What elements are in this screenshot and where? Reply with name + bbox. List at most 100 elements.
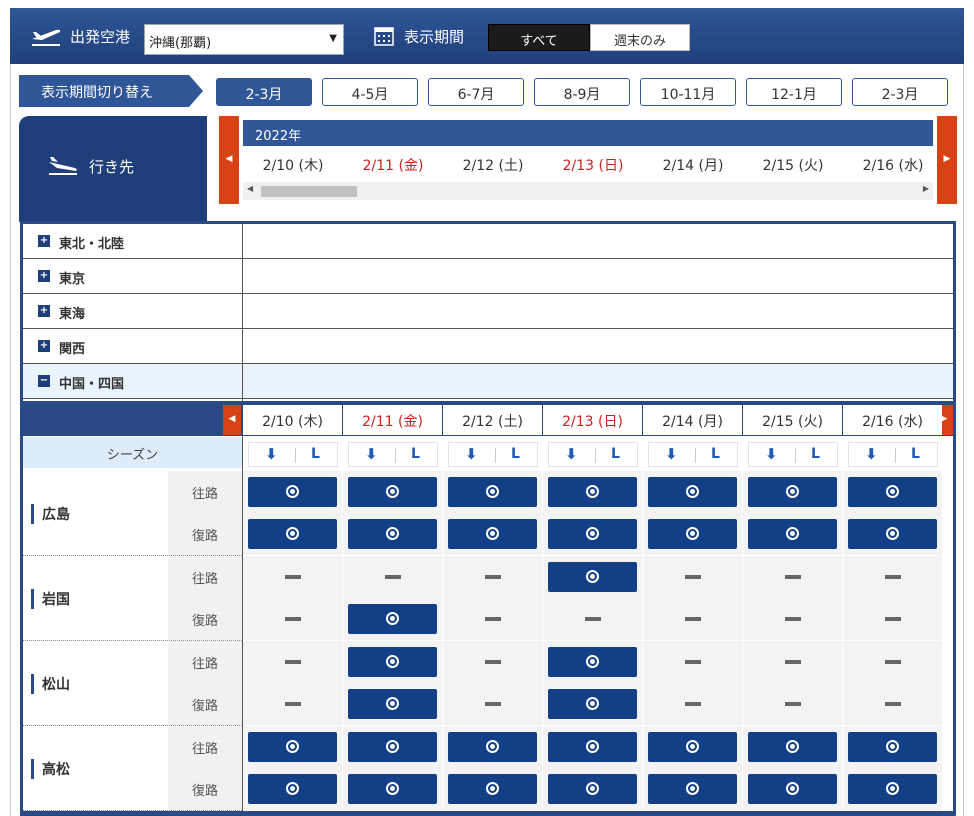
fare-cell[interactable]: [243, 513, 343, 555]
available-button[interactable]: [648, 774, 737, 804]
available-button[interactable]: [548, 774, 637, 804]
available-button[interactable]: [448, 774, 537, 804]
fare-cell[interactable]: [643, 471, 743, 513]
available-button[interactable]: [448, 519, 537, 549]
fare-cell[interactable]: [243, 726, 343, 768]
plus-icon[interactable]: +: [38, 235, 50, 247]
fare-cell[interactable]: [343, 726, 443, 768]
available-button[interactable]: [848, 519, 937, 549]
fare-cell[interactable]: [743, 471, 843, 513]
fare-cell[interactable]: [843, 768, 943, 810]
fare-cell[interactable]: [243, 768, 343, 810]
period-tab[interactable]: 2-3月: [852, 78, 948, 106]
plus-icon[interactable]: +: [38, 270, 50, 282]
available-button[interactable]: [748, 519, 837, 549]
available-button[interactable]: [548, 477, 637, 507]
fare-cell[interactable]: [343, 471, 443, 513]
fare-cell[interactable]: [843, 513, 943, 555]
available-button[interactable]: [448, 732, 537, 762]
available-button[interactable]: [248, 732, 337, 762]
available-button[interactable]: [548, 647, 637, 677]
period-tab[interactable]: 10-11月: [640, 78, 736, 106]
fare-cell[interactable]: [543, 768, 643, 810]
calendar-prev-button[interactable]: ◀: [219, 116, 239, 204]
fare-cell[interactable]: [643, 768, 743, 810]
period-tab[interactable]: 2-3月: [216, 78, 312, 106]
calendar-next-button[interactable]: ▶: [937, 116, 957, 204]
fare-cell[interactable]: [543, 513, 643, 555]
available-button[interactable]: [648, 519, 737, 549]
available-button[interactable]: [848, 732, 937, 762]
available-button[interactable]: [748, 477, 837, 507]
available-button[interactable]: [348, 732, 437, 762]
fare-cell[interactable]: [343, 641, 443, 683]
available-button[interactable]: [648, 477, 737, 507]
available-button[interactable]: [748, 774, 837, 804]
fare-cell[interactable]: [643, 513, 743, 555]
available-button[interactable]: [248, 519, 337, 549]
available-button[interactable]: [348, 519, 437, 549]
region-name-cell[interactable]: + 東北・北陸: [23, 224, 243, 258]
fare-cell[interactable]: [643, 726, 743, 768]
fare-cell[interactable]: [343, 513, 443, 555]
period-tab[interactable]: 6-7月: [428, 78, 524, 106]
fare-cell[interactable]: [543, 726, 643, 768]
region-row[interactable]: − 中国・四国: [23, 364, 953, 399]
available-button[interactable]: [448, 477, 537, 507]
fare-cell[interactable]: [843, 471, 943, 513]
region-row[interactable]: + 関西: [23, 329, 953, 364]
available-button[interactable]: [848, 774, 937, 804]
fare-cell[interactable]: [343, 768, 443, 810]
minus-icon[interactable]: −: [38, 375, 50, 387]
table-prev-button[interactable]: ◀: [223, 405, 241, 435]
available-button[interactable]: [748, 732, 837, 762]
fare-cell[interactable]: [343, 683, 443, 725]
region-row[interactable]: + 東京: [23, 259, 953, 294]
fare-cell[interactable]: [543, 471, 643, 513]
period-tab[interactable]: 4-5月: [322, 78, 418, 106]
available-button[interactable]: [348, 689, 437, 719]
fare-cell[interactable]: [243, 471, 343, 513]
fare-cell[interactable]: [443, 513, 543, 555]
available-button[interactable]: [548, 519, 637, 549]
available-button[interactable]: [648, 732, 737, 762]
fare-cell[interactable]: [743, 513, 843, 555]
available-button[interactable]: [348, 604, 437, 634]
available-button[interactable]: [348, 477, 437, 507]
region-name-cell[interactable]: + 東海: [23, 294, 243, 328]
scrollbar-thumb[interactable]: [261, 186, 357, 197]
plus-icon[interactable]: +: [38, 340, 50, 352]
fare-cell[interactable]: [743, 768, 843, 810]
region-name-cell[interactable]: + 東京: [23, 259, 243, 293]
available-button[interactable]: [548, 689, 637, 719]
scroll-right-icon[interactable]: ▶: [923, 184, 929, 193]
available-button[interactable]: [348, 774, 437, 804]
fare-cell[interactable]: [343, 598, 443, 640]
fare-cell[interactable]: [543, 641, 643, 683]
region-row[interactable]: + 東北・北陸: [23, 224, 953, 259]
fare-cell[interactable]: [843, 726, 943, 768]
available-button[interactable]: [548, 732, 637, 762]
fare-cell[interactable]: [543, 683, 643, 725]
available-button[interactable]: [348, 647, 437, 677]
available-button[interactable]: [248, 477, 337, 507]
plus-icon[interactable]: +: [38, 305, 50, 317]
fare-cell[interactable]: [543, 556, 643, 598]
period-tab[interactable]: 8-9月: [534, 78, 630, 106]
region-row[interactable]: + 東海: [23, 294, 953, 329]
horizontal-scrollbar[interactable]: ◀ ▶: [243, 182, 933, 200]
available-button[interactable]: [548, 562, 637, 592]
available-button[interactable]: [248, 774, 337, 804]
region-name-cell[interactable]: + 関西: [23, 329, 243, 363]
fare-cell[interactable]: [443, 471, 543, 513]
toggle-weekend-button[interactable]: 週末のみ: [590, 24, 690, 51]
available-button[interactable]: [848, 477, 937, 507]
toggle-all-button[interactable]: すべて: [488, 24, 590, 51]
period-tab[interactable]: 12-1月: [746, 78, 842, 106]
fare-cell[interactable]: [443, 768, 543, 810]
departure-select[interactable]: 沖縄(那覇) ▼: [144, 24, 344, 55]
fare-cell[interactable]: [743, 726, 843, 768]
fare-cell[interactable]: [443, 726, 543, 768]
scroll-left-icon[interactable]: ◀: [247, 184, 253, 193]
region-name-cell[interactable]: − 中国・四国: [23, 364, 243, 398]
